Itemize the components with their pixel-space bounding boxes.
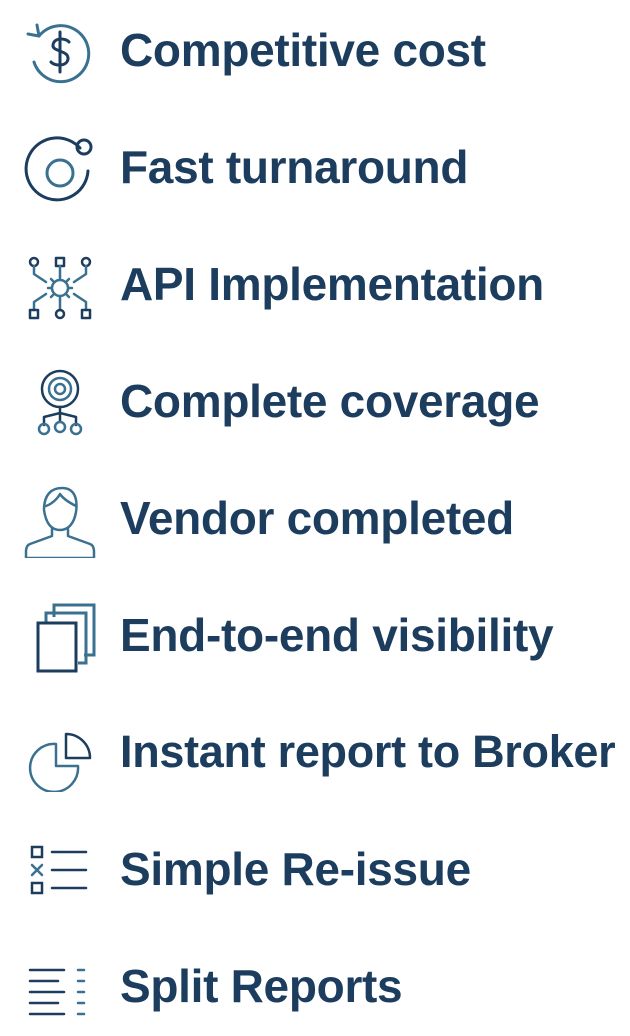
feature-label: Vendor completed: [120, 492, 514, 544]
feature-simple-re-issue: Simple Re-issue: [0, 819, 630, 919]
fast-turnaround-icon: [22, 131, 98, 207]
feature-label: Split Reports: [120, 960, 403, 1012]
feature-complete-coverage: Complete coverage: [0, 351, 630, 451]
coverage-target-icon: [22, 365, 98, 441]
feature-label: API Implementation: [120, 258, 544, 310]
feature-label: End-to-end visibility: [120, 609, 554, 661]
feature-vendor-completed: Vendor completed: [0, 468, 630, 568]
feature-list: Competitive cost Fast turnaround API Imp…: [0, 0, 630, 1016]
feature-instant-report-to-broker: Instant report to Broker: [0, 702, 630, 802]
feature-end-to-end-visibility: End-to-end visibility: [0, 585, 630, 685]
feature-label: Fast turnaround: [120, 141, 469, 193]
feature-competitive-cost: Competitive cost: [0, 0, 630, 100]
pie-chart-icon: [22, 716, 98, 792]
feature-label: Competitive cost: [120, 24, 486, 76]
checklist-icon: [22, 833, 98, 909]
feature-label: Simple Re-issue: [120, 843, 471, 895]
feature-fast-turnaround: Fast turnaround: [0, 117, 630, 217]
stacked-pages-icon: [22, 599, 98, 675]
dollar-cycle-icon: [22, 14, 98, 90]
person-icon: [22, 482, 98, 558]
feature-label: Complete coverage: [120, 375, 540, 427]
api-network-icon: [22, 248, 98, 324]
feature-api-implementation: API Implementation: [0, 234, 630, 334]
feature-label: Instant report to Broker: [120, 726, 616, 777]
feature-split-reports: Split Reports: [0, 936, 630, 1036]
